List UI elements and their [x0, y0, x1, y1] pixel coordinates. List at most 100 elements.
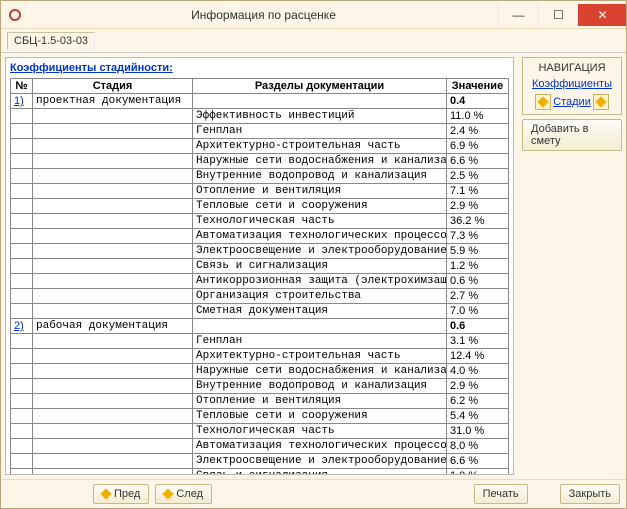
cell-section: Электроосвещение и электрооборудование [193, 454, 447, 469]
table-row: Отопление и вентиляция7.1 % [11, 184, 509, 199]
nav-coefficients-link[interactable]: Коэффициенты [527, 78, 617, 90]
window-buttons: — ☐ ✕ [498, 4, 626, 26]
table-header-row: № Стадия Разделы документации Значение [11, 79, 509, 94]
cell-empty [33, 124, 193, 139]
cell-empty [33, 379, 193, 394]
diamond-icon [100, 488, 111, 499]
col-section: Разделы документации [193, 79, 447, 94]
main-scroll[interactable]: Коэффициенты стадийности: № Стадия Разде… [6, 58, 513, 474]
prev-button[interactable]: Пред [93, 484, 149, 504]
cell-section: Технологическая часть [193, 424, 447, 439]
table-row: Отопление и вентиляция6.2 % [11, 394, 509, 409]
main-panel: Коэффициенты стадийности: № Стадия Разде… [5, 57, 514, 475]
print-button[interactable]: Печать [474, 484, 528, 504]
table-row: Сметная документация7.0 % [11, 304, 509, 319]
cell-section: Электроосвещение и электрооборудование [193, 244, 447, 259]
app-icon [7, 7, 23, 23]
cell-value: 6.6 % [447, 454, 509, 469]
table-row: Автоматизация технологических процессов7… [11, 229, 509, 244]
cell-empty [33, 274, 193, 289]
nav-box: НАВИГАЦИЯ Коэффициенты Стадии [522, 57, 622, 115]
cell-section: Отопление и вентиляция [193, 184, 447, 199]
cell-empty [11, 139, 33, 154]
cell-empty [33, 364, 193, 379]
nav-stages-link[interactable]: Стадии [553, 96, 591, 108]
cell-section: Тепловые сети и сооружения [193, 199, 447, 214]
cell-section: Связь и сигнализация [193, 259, 447, 274]
table-row: Наружные сети водоснабжения и канализаци… [11, 154, 509, 169]
cell-empty [33, 229, 193, 244]
cell-empty [33, 469, 193, 475]
stage-next-button[interactable] [593, 94, 609, 110]
minimize-button[interactable]: — [498, 4, 538, 26]
close-window-button[interactable]: ✕ [578, 4, 626, 26]
close-button[interactable]: Закрыть [560, 484, 620, 504]
section-heading[interactable]: Коэффициенты стадийности: [10, 62, 173, 74]
nav-panel: НАВИГАЦИЯ Коэффициенты Стадии Добавить в… [518, 53, 626, 479]
diamond-right-icon [595, 96, 606, 107]
cell-empty [33, 214, 193, 229]
cell-value: 5.9 % [447, 244, 509, 259]
stage-section-empty [193, 319, 447, 334]
cell-empty [11, 214, 33, 229]
cell-empty [11, 169, 33, 184]
add-to-estimate-label: Добавить в смету [531, 123, 613, 147]
table-row: Электроосвещение и электрооборудование6.… [11, 454, 509, 469]
cell-empty [11, 409, 33, 424]
window: Информация по расценке — ☐ ✕ СБЦ-1.5-03-… [0, 0, 627, 509]
coefficients-table: № Стадия Разделы документации Значение 1… [10, 78, 509, 474]
cell-value: 11.0 % [447, 109, 509, 124]
cell-empty [11, 394, 33, 409]
stage-num-link[interactable]: 2) [14, 320, 24, 332]
cell-empty [11, 184, 33, 199]
cell-value: 6.2 % [447, 394, 509, 409]
close-label: Закрыть [569, 488, 611, 500]
price-code-tab[interactable]: СБЦ-1.5-03-03 [7, 32, 95, 50]
table-row: Внутренние водопровод и канализация2.5 % [11, 169, 509, 184]
prev-label: Пред [114, 488, 140, 500]
table-row: Генплан3.1 % [11, 334, 509, 349]
stage-num-link[interactable]: 1) [14, 95, 24, 107]
col-value: Значение [447, 79, 509, 94]
cell-value: 7.0 % [447, 304, 509, 319]
cell-empty [33, 304, 193, 319]
cell-section: Внутренние водопровод и канализация [193, 169, 447, 184]
cell-section: Технологическая часть [193, 214, 447, 229]
table-row: Связь и сигнализация1.0 % [11, 469, 509, 475]
cell-section: Наружные сети водоснабжения и канализаци… [193, 154, 447, 169]
cell-empty [33, 289, 193, 304]
cell-empty [33, 184, 193, 199]
cell-value: 1.0 % [447, 469, 509, 475]
cell-section: Генплан [193, 334, 447, 349]
cell-empty [11, 154, 33, 169]
body: Коэффициенты стадийности: № Стадия Разде… [1, 53, 626, 479]
next-button[interactable]: След [155, 484, 212, 504]
table-row: Внутренние водопровод и канализация2.9 % [11, 379, 509, 394]
table-row: Наружные сети водоснабжения и канализаци… [11, 364, 509, 379]
cell-value: 1.2 % [447, 259, 509, 274]
table-row: Архитектурно-строительная часть12.4 % [11, 349, 509, 364]
table-row: Тепловые сети и сооружения2.9 % [11, 199, 509, 214]
cell-value: 3.1 % [447, 334, 509, 349]
maximize-button[interactable]: ☐ [538, 4, 578, 26]
cell-empty [33, 424, 193, 439]
table-row: Организация строительства2.7 % [11, 289, 509, 304]
cell-value: 36.2 % [447, 214, 509, 229]
table-row: Эффективность инвестиций11.0 % [11, 109, 509, 124]
cell-empty [33, 454, 193, 469]
table-row: Электроосвещение и электрооборудование5.… [11, 244, 509, 259]
col-num: № [11, 79, 33, 94]
cell-empty [11, 469, 33, 475]
stage-prev-button[interactable] [535, 94, 551, 110]
cell-section: Тепловые сети и сооружения [193, 409, 447, 424]
footer: Пред След Печать Закрыть [1, 479, 626, 508]
add-to-estimate-button[interactable]: Добавить в смету [522, 119, 622, 151]
table-row: Автоматизация технологических процессов8… [11, 439, 509, 454]
cell-value: 12.4 % [447, 349, 509, 364]
cell-section: Эффективность инвестиций [193, 109, 447, 124]
stage-total: 0.4 [447, 94, 509, 109]
cell-empty [11, 379, 33, 394]
cell-empty [11, 454, 33, 469]
cell-empty [33, 349, 193, 364]
diamond-left-icon [537, 96, 548, 107]
